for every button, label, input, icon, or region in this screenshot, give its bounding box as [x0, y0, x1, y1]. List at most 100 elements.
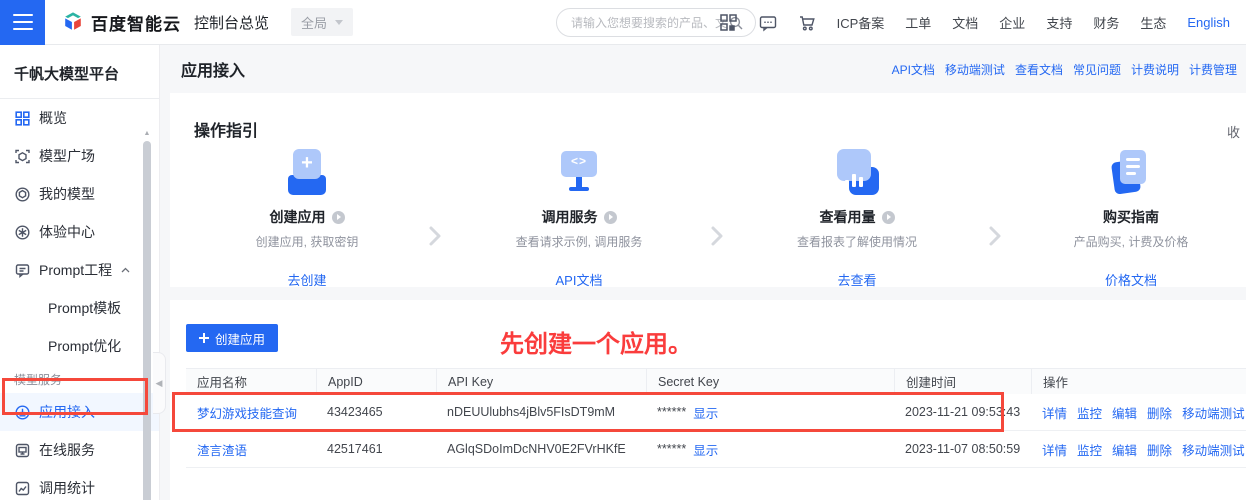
page-header: 应用接入 API文档 移动端测试 查看文档 常见问题 计费说明 计费管理	[160, 45, 1246, 93]
prompt-engineering-icon	[14, 262, 30, 278]
sidebar-item-app-access[interactable]: 应用接入	[0, 393, 159, 431]
guide-step-call-service: <> 调用服务 查看请求示例, 调用服务 API文档	[469, 93, 689, 289]
link-billing-info[interactable]: 计费说明	[1131, 61, 1179, 78]
sidebar-item-model-plaza[interactable]: 模型广场	[0, 137, 159, 175]
sidebar-item-prompt-template[interactable]: Prompt模板	[0, 289, 159, 327]
baidu-cloud-logo-icon	[62, 11, 84, 33]
step-arrow-icon	[988, 225, 1002, 247]
console-overview-link[interactable]: 控制台总览	[194, 12, 269, 33]
brand-logo[interactable]: 百度智能云	[62, 10, 181, 35]
search-input[interactable]	[571, 15, 727, 30]
step-link-price-doc[interactable]: 价格文档	[1021, 270, 1241, 289]
topbar-link-icp[interactable]: ICP备案	[837, 13, 885, 32]
action-delete[interactable]: 删除	[1147, 403, 1172, 422]
secret-mask: ******	[657, 405, 687, 419]
app-access-icon	[14, 404, 30, 420]
baidu-cloud-console: 百度智能云 控制台总览 全局 请输入您想要搜索的产品、文... ICP备案 工单…	[0, 0, 1246, 500]
action-mobile-test[interactable]: 移动端测试	[1182, 403, 1245, 422]
language-switch[interactable]: English	[1187, 15, 1230, 30]
apps-grid-icon[interactable]	[720, 14, 738, 32]
cart-icon[interactable]	[798, 14, 816, 32]
call-stats-icon	[14, 480, 30, 496]
apps-table: 应用名称 AppID API Key Secret Key 创建时间 操作 梦幻…	[186, 368, 1246, 468]
col-actions: 操作	[1031, 369, 1246, 394]
topbar: 百度智能云 控制台总览 全局 请输入您想要搜索的产品、文... ICP备案 工单…	[0, 0, 1246, 45]
topbar-link-finance[interactable]: 财务	[1093, 13, 1119, 32]
sidebar-item-prompt-engineering[interactable]: Prompt工程	[0, 251, 159, 289]
sidebar-item-label: 调用统计	[39, 480, 95, 496]
sidebar-item-experience-center[interactable]: 体验中心	[0, 213, 159, 251]
link-faq[interactable]: 常见问题	[1073, 61, 1121, 78]
link-view-docs[interactable]: 查看文档	[1015, 61, 1063, 78]
action-monitor[interactable]: 监控	[1077, 440, 1102, 459]
my-models-icon	[14, 186, 30, 202]
show-secret-link[interactable]: 显示	[693, 440, 718, 459]
create-app-button-label: 创建应用	[215, 332, 266, 347]
link-api-doc[interactable]: API文档	[892, 61, 935, 78]
hamburger-menu-icon[interactable]	[0, 0, 45, 45]
topbar-link-ecosystem[interactable]: 生态	[1140, 13, 1166, 32]
page-header-links: API文档 移动端测试 查看文档 常见问题 计费说明 计费管理	[892, 45, 1237, 93]
step-link-create[interactable]: 去创建	[197, 270, 417, 289]
sidebar-section-model-service: 模型服务	[14, 372, 63, 387]
brand-name: 百度智能云	[91, 14, 181, 34]
sidebar-item-label: 体验中心	[39, 224, 95, 240]
step-desc: 产品购买, 计费及价格	[1073, 235, 1189, 249]
sidebar-item-prompt-optimize[interactable]: Prompt优化	[0, 327, 159, 365]
play-video-icon[interactable]	[881, 210, 895, 224]
create-app-button[interactable]: 创建应用	[186, 324, 279, 352]
chevron-up-icon[interactable]	[121, 266, 130, 274]
topbar-link-support[interactable]: 支持	[1046, 13, 1072, 32]
action-edit[interactable]: 编辑	[1112, 403, 1137, 422]
action-delete[interactable]: 删除	[1147, 440, 1172, 459]
sidebar-item-label: 概览	[39, 110, 67, 126]
action-edit[interactable]: 编辑	[1112, 440, 1137, 459]
chevron-down-icon	[335, 19, 344, 25]
guide-step-view-usage: 查看用量 查看报表了解使用情况 去查看	[747, 93, 967, 289]
app-name-link[interactable]: 渣言渣语	[197, 444, 247, 458]
sidebar-item-call-stats[interactable]: 调用统计	[0, 469, 159, 500]
call-service-icon: <>	[555, 147, 603, 195]
region-selector[interactable]: 全局	[291, 8, 354, 36]
show-secret-link[interactable]: 显示	[693, 403, 718, 422]
link-mobile-test[interactable]: 移动端测试	[945, 61, 1005, 78]
action-mobile-test[interactable]: 移动端测试	[1182, 440, 1245, 459]
row-actions: 详情 监控 编辑 删除 移动端测试	[1031, 440, 1246, 459]
topbar-link-tickets[interactable]: 工单	[905, 13, 931, 32]
topbar-link-docs[interactable]: 文档	[952, 13, 978, 32]
action-detail[interactable]: 详情	[1042, 403, 1067, 422]
sidebar-item-label: 在线服务	[39, 442, 95, 458]
play-video-icon[interactable]	[603, 210, 617, 224]
plus-icon	[199, 333, 209, 343]
platform-title: 千帆大模型平台	[14, 66, 120, 83]
sidebar-collapse-handle[interactable]: ◀	[153, 352, 166, 414]
operation-guide-card: 操作指引 收 + 创建应用 创建应用, 获取密钥 去创建 <> 调用服务 查看请…	[170, 93, 1246, 289]
sidebar-item-label: Prompt模板	[48, 300, 122, 316]
play-video-icon[interactable]	[331, 210, 345, 224]
created-time: 2023-11-21 09:53:43	[905, 405, 1021, 419]
step-link-view[interactable]: 去查看	[747, 270, 967, 289]
step-desc: 查看报表了解使用情况	[796, 235, 917, 249]
link-billing-manage[interactable]: 计费管理	[1189, 61, 1237, 78]
step-desc: 创建应用, 获取密钥	[255, 235, 359, 249]
step-arrow-icon	[428, 225, 442, 247]
region-value: 全局	[301, 15, 328, 31]
sidebar-scrollbar[interactable]	[143, 141, 151, 500]
sidebar-item-label: 应用接入	[39, 404, 95, 420]
app-name-link[interactable]: 梦幻游戏技能查询	[197, 407, 297, 421]
col-app-name: 应用名称	[197, 376, 248, 390]
step-link-api-doc[interactable]: API文档	[469, 270, 689, 289]
scrollbar-up-arrow[interactable]: ▲	[143, 130, 151, 137]
sidebar-item-online-service[interactable]: 在线服务	[0, 431, 159, 469]
guide-step-purchase-guide: 购买指南 产品购买, 计费及价格 价格文档	[1021, 93, 1241, 289]
sidebar-item-my-models[interactable]: 我的模型	[0, 175, 159, 213]
action-monitor[interactable]: 监控	[1077, 403, 1102, 422]
topbar-link-enterprise[interactable]: 企业	[999, 13, 1025, 32]
action-detail[interactable]: 详情	[1042, 440, 1067, 459]
api-key: AGlqSDoImDcNHV0E2FVrHKfE	[447, 442, 626, 456]
sidebar-item-overview[interactable]: 概览	[0, 99, 159, 137]
guide-step-create-app: + 创建应用 创建应用, 获取密钥 去创建	[197, 93, 417, 289]
message-icon[interactable]	[759, 14, 777, 32]
sidebar-item-label: 模型广场	[39, 148, 95, 164]
col-secret-key: Secret Key	[646, 369, 894, 394]
